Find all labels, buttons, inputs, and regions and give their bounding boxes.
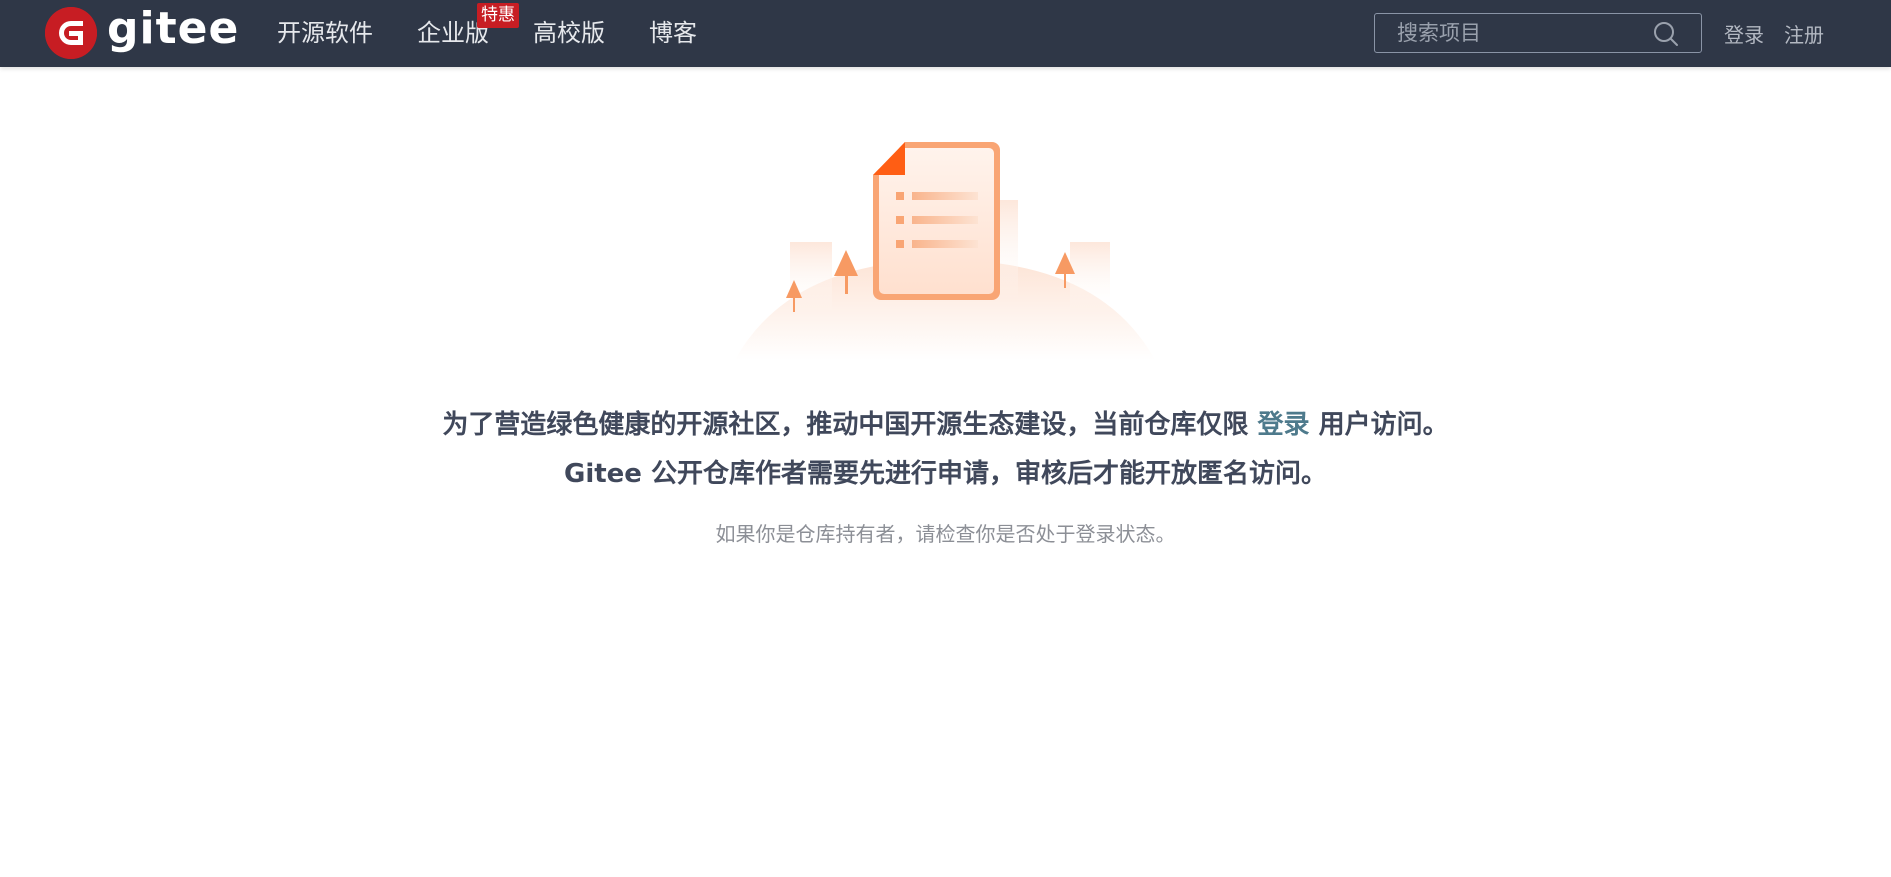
register-link[interactable]: 注册 <box>1784 19 1824 48</box>
search-box <box>1374 13 1702 53</box>
search-input[interactable] <box>1375 14 1655 52</box>
notice-text-after: 用户访问。 <box>1318 410 1449 440</box>
logo-text: gitee <box>107 3 240 54</box>
auth-links: 登录 注册 <box>1724 0 1844 67</box>
access-notice-line2: Gitee 公开仓库作者需要先进行申请，审核后才能开放匿名访问。 <box>563 459 1327 489</box>
notice-text-before: 为了营造绿色健康的开源社区，推动中国开源生态建设，当前仓库仅限 <box>442 410 1249 440</box>
gitee-logo[interactable]: gitee <box>45 4 239 59</box>
access-notice-line1: 为了营造绿色健康的开源社区，推动中国开源生态建设，当前仓库仅限 登录 用户访问。 <box>0 404 1891 441</box>
nav-item-blog[interactable]: 博客 <box>649 0 697 67</box>
notice-login-link[interactable]: 登录 <box>1257 410 1309 440</box>
nav-item-enterprise[interactable]: 企业版 特惠 <box>417 0 519 67</box>
gitee-logo-icon <box>45 7 97 59</box>
search-icon[interactable] <box>1653 21 1679 47</box>
main-nav: 开源软件 企业版 特惠 高校版 博客 <box>277 0 741 67</box>
nav-item-open-source[interactable]: 开源软件 <box>277 0 373 67</box>
top-navbar: gitee 开源软件 企业版 特惠 高校版 博客 登录 注册 <box>0 0 1891 67</box>
login-link[interactable]: 登录 <box>1724 19 1764 48</box>
owner-hint: 如果你是仓库持有者，请检查你是否处于登录状态。 <box>715 522 1176 546</box>
empty-state-illustration <box>730 130 1160 370</box>
promo-badge: 特惠 <box>477 3 519 28</box>
nav-item-education[interactable]: 高校版 <box>533 0 605 67</box>
